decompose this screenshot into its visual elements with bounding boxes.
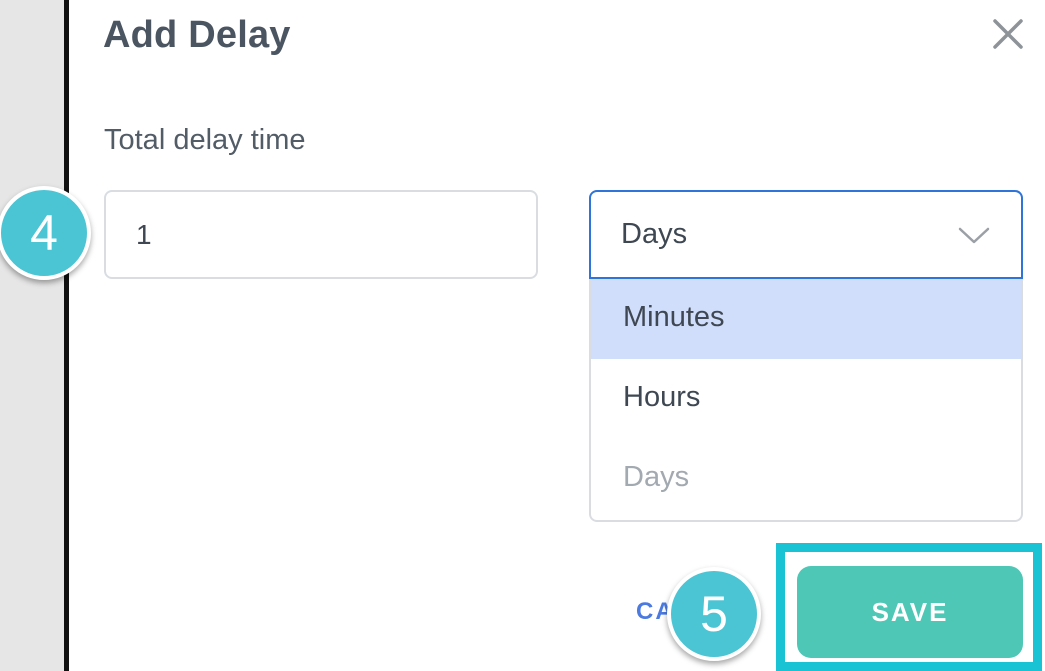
step-4-badge: 4 — [0, 186, 91, 280]
chevron-down-icon — [958, 227, 990, 244]
dialog-left-border — [64, 0, 69, 671]
dropdown-option-days[interactable]: Days — [591, 439, 1021, 519]
delay-amount-input[interactable] — [104, 190, 538, 279]
delay-unit-dropdown-menu: Minutes Hours Days — [589, 279, 1023, 522]
background-panel — [0, 0, 64, 671]
delay-unit-selected-value: Days — [621, 218, 688, 250]
dropdown-option-hours[interactable]: Hours — [591, 359, 1021, 439]
step-5-badge: 5 — [667, 567, 761, 661]
dialog-title: Add Delay — [103, 14, 291, 56]
dropdown-option-minutes[interactable]: Minutes — [591, 279, 1021, 359]
close-button[interactable] — [988, 14, 1028, 54]
total-delay-time-label: Total delay time — [104, 124, 306, 156]
close-icon — [993, 19, 1023, 49]
save-button[interactable]: SAVE — [797, 566, 1023, 658]
delay-unit-select[interactable]: Days — [589, 190, 1023, 279]
add-delay-dialog: Add Delay Total delay time Days Minutes … — [0, 0, 1045, 671]
